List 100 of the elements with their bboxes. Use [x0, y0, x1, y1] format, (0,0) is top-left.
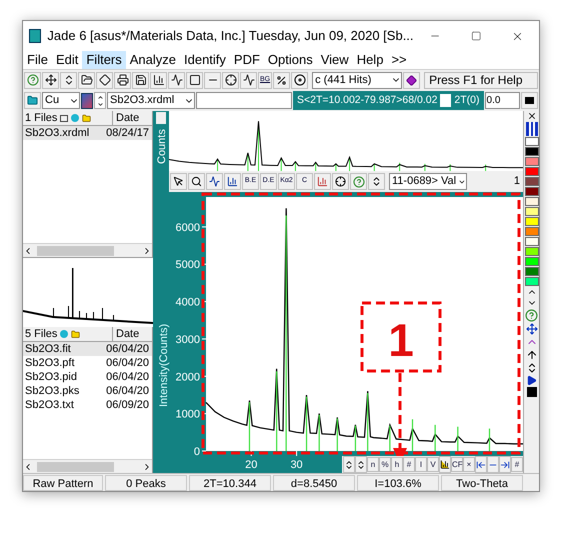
- card-dropdown[interactable]: 11-0689> Val: [389, 173, 467, 190]
- menu-item[interactable]: Help: [352, 51, 388, 69]
- toolbar-button[interactable]: [332, 173, 349, 190]
- tool-button[interactable]: #: [403, 457, 415, 472]
- file-row[interactable]: Sb2O3.txt 06/09/20: [23, 398, 152, 412]
- toolbar-button[interactable]: [343, 456, 355, 473]
- toolbar-button[interactable]: [403, 72, 420, 88]
- date-column-header[interactable]: Date: [113, 111, 152, 125]
- checkbox[interactable]: [440, 94, 452, 107]
- split-icon: [356, 460, 366, 470]
- toolbar-button[interactable]: [78, 72, 95, 88]
- spinner[interactable]: [94, 92, 106, 109]
- tool-button[interactable]: ×: [463, 457, 475, 472]
- open-folder-icon: [80, 74, 92, 86]
- play-icon[interactable]: [526, 375, 537, 386]
- menu-item[interactable]: Analyze: [126, 51, 180, 69]
- color-swatch[interactable]: [524, 207, 538, 216]
- column-header[interactable]: 5 Files: [23, 327, 113, 341]
- input-field[interactable]: [196, 92, 292, 109]
- color-swatch[interactable]: [524, 177, 538, 186]
- toolbar-button[interactable]: [204, 72, 221, 88]
- date-column-header[interactable]: Date: [113, 327, 152, 341]
- color-swatch[interactable]: [524, 197, 538, 206]
- tool-button[interactable]: %: [379, 457, 391, 472]
- toolbar-button[interactable]: [96, 72, 113, 88]
- menu-item[interactable]: PDF: [230, 51, 264, 69]
- file-date: 06/04/20: [105, 384, 150, 398]
- horizontal-scrollbar[interactable]: [23, 243, 152, 257]
- color-swatch[interactable]: [524, 277, 538, 286]
- menu-item[interactable]: Options: [264, 51, 317, 69]
- window-title: Jade 6 [asus*/Materials Data, Inc.] Tuesday, Jun 09, 2020 [Sb...: [47, 27, 414, 46]
- file-row[interactable]: Sb2O3.fit 06/04/20: [23, 342, 152, 356]
- color-icon[interactable]: [81, 92, 93, 108]
- toolbar-button[interactable]: [114, 72, 131, 88]
- tool-button[interactable]: V: [427, 457, 439, 472]
- color-swatch[interactable]: [524, 257, 538, 266]
- reference-line: [367, 393, 368, 451]
- reference-line: [389, 426, 390, 451]
- toolbar-button[interactable]: [170, 173, 187, 190]
- horizontal-scrollbar[interactable]: [23, 459, 152, 473]
- file-row[interactable]: Sb2O3.pks 06/04/20: [23, 384, 152, 398]
- toolbar-button[interactable]: [224, 173, 241, 190]
- toolbar-button[interactable]: [60, 72, 77, 88]
- close-icon[interactable]: [526, 111, 536, 121]
- toolbar-button[interactable]: [186, 72, 203, 88]
- toolbar-button[interactable]: [240, 72, 257, 88]
- offset-field[interactable]: 0.0: [484, 92, 520, 109]
- tool-button[interactable]: CF: [451, 457, 463, 472]
- menu-item[interactable]: Filters: [82, 51, 126, 69]
- color-swatch[interactable]: [524, 187, 538, 196]
- menu-item[interactable]: Edit: [52, 51, 82, 69]
- color-swatch[interactable]: [524, 267, 538, 276]
- file-row[interactable]: Sb2O3.pid 06/04/20: [23, 370, 152, 384]
- menu-item[interactable]: File: [23, 51, 52, 69]
- color-swatch[interactable]: [524, 227, 538, 236]
- move-icon[interactable]: [526, 323, 538, 335]
- maximize-icon[interactable]: [470, 30, 482, 42]
- hits-dropdown[interactable]: c (441 Hits): [312, 72, 402, 88]
- toolbar-button[interactable]: [439, 456, 451, 473]
- color-swatch[interactable]: [524, 167, 538, 176]
- menu-item[interactable]: Identify: [180, 51, 230, 69]
- menu-item[interactable]: View: [316, 51, 353, 69]
- toolbar-button[interactable]: [475, 456, 487, 473]
- tool-button[interactable]: #: [511, 457, 523, 472]
- file-row[interactable]: Sb2O3.xrdml 08/24/17: [23, 126, 152, 140]
- toolbar-button[interactable]: [291, 72, 308, 88]
- tool-button[interactable]: n: [367, 457, 379, 472]
- help-icon[interactable]: [525, 309, 538, 322]
- toolbar-button[interactable]: [521, 92, 538, 109]
- color-swatch[interactable]: [524, 157, 538, 166]
- radiation-dropdown[interactable]: Cu: [42, 92, 80, 109]
- tool-button[interactable]: I: [415, 457, 427, 472]
- square-icon[interactable]: [526, 387, 536, 397]
- count-field[interactable]: 1: [468, 173, 523, 190]
- toolbar-button[interactable]: [132, 72, 149, 88]
- toolbar-button[interactable]: [368, 173, 385, 190]
- column-header[interactable]: 1 Files: [23, 111, 113, 125]
- color-swatch[interactable]: [524, 137, 538, 146]
- arrow-up-icon[interactable]: [526, 349, 538, 361]
- file-name: Sb2O3.pks: [24, 384, 80, 398]
- color-swatch[interactable]: [524, 237, 538, 246]
- menu-item[interactable]: >>: [387, 51, 411, 69]
- color-swatch[interactable]: [524, 247, 538, 256]
- bars-icon[interactable]: [526, 122, 538, 136]
- tool-button[interactable]: h: [391, 457, 403, 472]
- color-swatch[interactable]: [524, 217, 538, 226]
- toolbar-button[interactable]: [188, 173, 205, 190]
- file-dropdown[interactable]: Sb2O3.xrdml: [107, 92, 195, 109]
- toolbar-button[interactable]: [222, 72, 239, 88]
- toolbar-button[interactable]: [150, 72, 167, 88]
- toolbar-button[interactable]: [273, 72, 290, 88]
- down-icon: [96, 100, 104, 108]
- toolbar-button[interactable]: [42, 72, 59, 88]
- toolbar-button[interactable]: [206, 173, 223, 190]
- file-row[interactable]: Sb2O3.pft 06/04/20: [23, 356, 152, 370]
- toolbar-button[interactable]: [168, 72, 185, 88]
- toolbar-button[interactable]: [355, 456, 367, 473]
- folder-icon: [82, 114, 92, 122]
- color-swatch[interactable]: [524, 147, 538, 156]
- toolbar-button[interactable]: [499, 456, 511, 473]
